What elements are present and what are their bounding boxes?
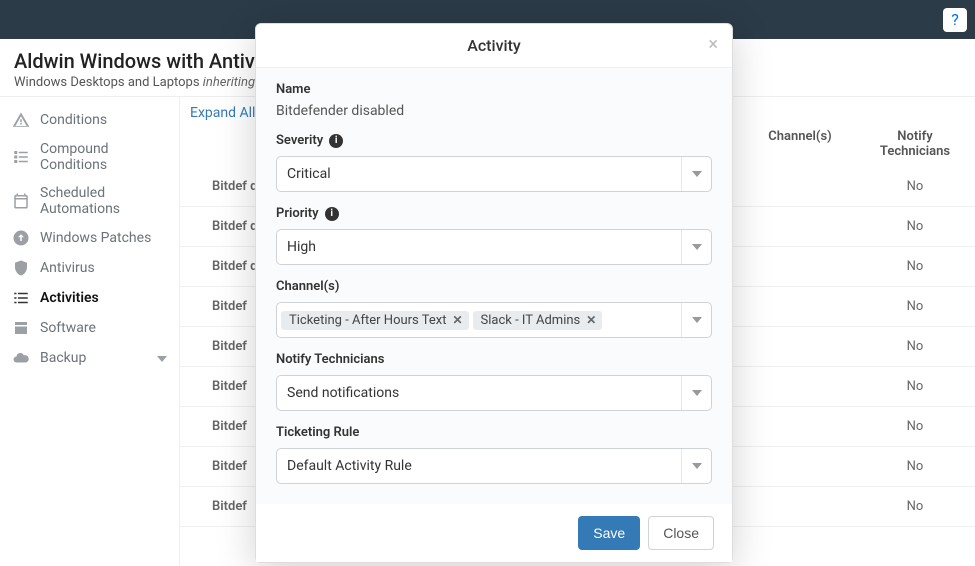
channels-label: Channel(s) xyxy=(276,279,712,294)
tag-remove-icon[interactable]: ✕ xyxy=(586,313,596,327)
window-icon xyxy=(12,319,30,337)
info-icon[interactable]: i xyxy=(325,207,339,221)
cloud-icon xyxy=(12,349,30,367)
col-header-notify-tech: Notify Technicians xyxy=(865,129,965,159)
sidebar-item-conditions[interactable]: Conditions xyxy=(0,105,179,135)
field-name: Name Bitdefender disabled xyxy=(276,82,712,119)
sidebar-item-antivirus[interactable]: Antivirus xyxy=(0,253,179,283)
field-ticketing-rule: Ticketing Rule Default Activity Rule xyxy=(276,425,712,484)
list-filter-icon xyxy=(12,148,30,166)
row-notify: No xyxy=(865,299,965,314)
priority-label: Priority xyxy=(276,206,319,221)
activities-icon xyxy=(12,289,30,307)
field-notify-technicians: Notify Technicians Send notifications xyxy=(276,352,712,411)
tag-remove-icon[interactable]: ✕ xyxy=(452,313,462,327)
channels-select[interactable]: Ticketing - After Hours Text ✕ Slack - I… xyxy=(276,302,712,338)
row-notify: No xyxy=(865,219,965,234)
name-value: Bitdefender disabled xyxy=(276,103,712,119)
row-notify: No xyxy=(865,499,965,514)
shield-icon xyxy=(12,259,30,277)
sidebar-item-label: Compound Conditions xyxy=(40,141,167,173)
modal-footer: Save Close xyxy=(256,504,732,562)
chevron-down-icon xyxy=(681,303,711,337)
warning-icon xyxy=(12,111,30,129)
priority-value: High xyxy=(287,239,701,255)
chevron-down-icon xyxy=(681,230,711,264)
expand-all-link[interactable]: Expand All xyxy=(190,105,255,121)
notify-tech-select[interactable]: Send notifications xyxy=(276,375,712,411)
sidebar-item-software[interactable]: Software xyxy=(0,313,179,343)
ticketing-rule-value: Default Activity Rule xyxy=(287,458,701,474)
channel-tag: Ticketing - After Hours Text ✕ xyxy=(281,311,469,330)
field-channels: Channel(s) Ticketing - After Hours Text … xyxy=(276,279,712,338)
field-severity: Severity i Critical xyxy=(276,133,712,192)
save-button[interactable]: Save xyxy=(578,516,640,550)
severity-label: Severity xyxy=(276,133,323,148)
channel-tag: Slack - IT Admins ✕ xyxy=(473,311,603,330)
close-icon: × xyxy=(708,34,718,55)
inheriting-word: inheriting xyxy=(203,75,255,90)
modal-close-button[interactable]: × xyxy=(708,36,718,54)
subtitle-text: Windows Desktops and Laptops xyxy=(14,75,200,90)
info-icon[interactable]: i xyxy=(329,134,343,148)
sidebar-item-label: Windows Patches xyxy=(40,230,151,246)
sidebar-item-label: Conditions xyxy=(40,112,107,128)
activity-modal: Activity × Name Bitdefender disabled Sev… xyxy=(255,23,733,563)
help-button[interactable]: ? xyxy=(943,8,967,32)
modal-header: Activity × xyxy=(256,24,732,67)
chevron-down-icon xyxy=(157,351,167,365)
sidebar-item-label: Software xyxy=(40,320,96,336)
row-notify: No xyxy=(865,339,965,354)
chevron-down-icon xyxy=(681,376,711,410)
sidebar-item-scheduled-automations[interactable]: Scheduled Automations xyxy=(0,179,179,223)
name-label: Name xyxy=(276,82,712,97)
sidebar-item-label: Backup xyxy=(40,350,86,366)
calendar-icon xyxy=(12,192,30,210)
severity-select[interactable]: Critical xyxy=(276,156,712,192)
help-icon: ? xyxy=(951,10,959,29)
ticketing-rule-select[interactable]: Default Activity Rule xyxy=(276,448,712,484)
priority-select[interactable]: High xyxy=(276,229,712,265)
col-header-channels: Channel(s) xyxy=(735,129,865,159)
sidebar-item-label: Scheduled Automations xyxy=(40,185,167,217)
notify-tech-value: Send notifications xyxy=(287,385,701,401)
sidebar-item-activities[interactable]: Activities xyxy=(0,283,179,313)
sidebar-item-backup[interactable]: Backup xyxy=(0,343,179,373)
sidebar-item-windows-patches[interactable]: Windows Patches xyxy=(0,223,179,253)
sidebar-item-label: Antivirus xyxy=(40,260,95,276)
row-notify: No xyxy=(865,259,965,274)
sidebar-item-label: Activities xyxy=(40,290,99,306)
ticketing-rule-label: Ticketing Rule xyxy=(276,425,712,440)
chevron-down-icon xyxy=(681,157,711,191)
notify-tech-label: Notify Technicians xyxy=(276,352,712,367)
sidebar: Conditions Compound Conditions Scheduled… xyxy=(0,97,180,566)
severity-value: Critical xyxy=(287,166,701,182)
row-notify: No xyxy=(865,459,965,474)
row-notify: No xyxy=(865,179,965,194)
channel-tag-label: Slack - IT Admins xyxy=(481,313,581,328)
chevron-down-icon xyxy=(681,449,711,483)
row-notify: No xyxy=(865,379,965,394)
channel-tag-label: Ticketing - After Hours Text xyxy=(289,313,446,328)
row-notify: No xyxy=(865,419,965,434)
close-button[interactable]: Close xyxy=(648,516,714,550)
sidebar-item-compound-conditions[interactable]: Compound Conditions xyxy=(0,135,179,179)
modal-title: Activity xyxy=(467,36,521,55)
arrow-up-circle-icon xyxy=(12,229,30,247)
field-priority: Priority i High xyxy=(276,206,712,265)
